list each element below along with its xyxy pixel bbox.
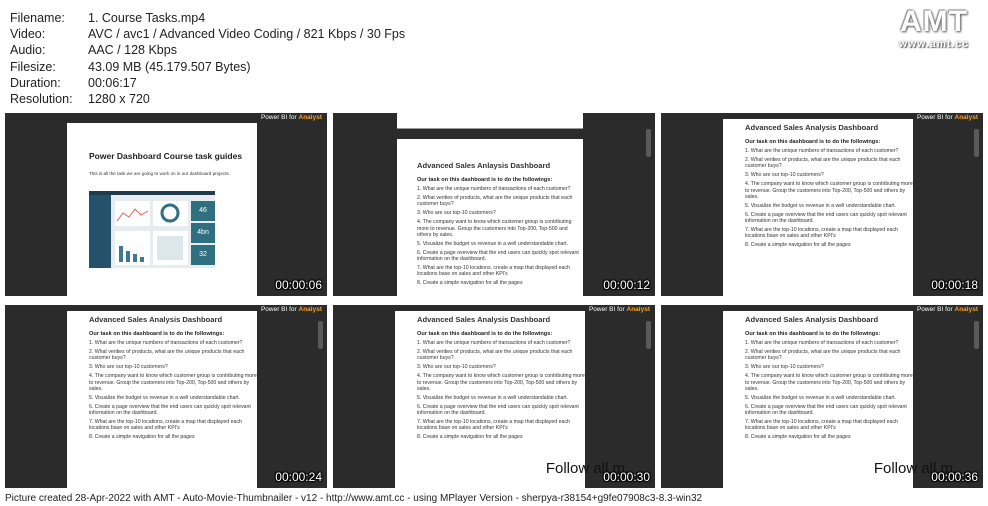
file-info-panel: Filename: 1. Course Tasks.mp4 Video: AVC… bbox=[10, 10, 405, 107]
doc-subtitle: Our task on this dashboard is to do the … bbox=[745, 331, 881, 337]
cover-line: This is all the task we are going to wor… bbox=[89, 171, 230, 176]
document-page: Advanced Sales Anlaysis Dashboard Our ta… bbox=[397, 139, 583, 296]
timestamp: 00:00:06 bbox=[275, 278, 322, 292]
thumbnail-4[interactable]: Power BI for Analyst Advanced Sales Anal… bbox=[5, 305, 327, 488]
doc-title: Advanced Sales Analysis Dashboard bbox=[745, 315, 879, 324]
page-edge bbox=[397, 113, 583, 129]
document-page: Advanced Sales Analysis Dashboard Our ta… bbox=[723, 119, 913, 296]
amt-logo: AMT www.amt.cc bbox=[888, 6, 980, 56]
scrollbar-thumb[interactable] bbox=[318, 321, 323, 349]
timestamp: 00:00:36 bbox=[931, 470, 978, 484]
brand-watermark: Power BI for Analyst bbox=[260, 306, 322, 313]
thumbnail-3[interactable]: Power BI for Analyst Advanced Sales Anal… bbox=[661, 113, 983, 296]
timestamp: 00:00:12 bbox=[603, 278, 650, 292]
info-row-duration: Duration: 00:06:17 bbox=[10, 75, 137, 90]
info-row-resolution: Resolution: 1280 x 720 bbox=[10, 92, 150, 107]
doc-title: Advanced Sales Analysis Dashboard bbox=[417, 315, 551, 324]
doc-title: Advanced Sales Analysis Dashboard bbox=[745, 123, 879, 132]
info-row-filename: Filename: 1. Course Tasks.mp4 bbox=[10, 11, 206, 25]
thumbnail-1[interactable]: Power BI for Analyst Power Dashboard Cou… bbox=[5, 113, 327, 296]
kpi-card-3: 32 bbox=[191, 245, 215, 265]
brand-watermark: Power BI for Analyst bbox=[916, 114, 978, 121]
logo-url: www.amt.cc bbox=[898, 38, 970, 50]
doc-subtitle: Our task on this dashboard is to do the … bbox=[417, 177, 553, 183]
timestamp: 00:00:30 bbox=[603, 470, 650, 484]
doc-subtitle: Our task on this dashboard is to do the … bbox=[417, 331, 553, 337]
kpi-card-1: 46 bbox=[191, 201, 215, 221]
thumbnail-2[interactable]: Advanced Sales Anlaysis Dashboard Our ta… bbox=[333, 113, 655, 296]
doc-title: Advanced Sales Anlaysis Dashboard bbox=[417, 161, 551, 170]
dashboard-preview: 46 4bn 32 bbox=[89, 191, 215, 268]
footer-credit: Picture created 28-Apr-2022 with AMT - A… bbox=[5, 493, 703, 504]
doc-subtitle: Our task on this dashboard is to do the … bbox=[745, 139, 881, 145]
kpi-card-2: 4bn bbox=[191, 223, 215, 243]
cover-title: Power Dashboard Course task guides bbox=[89, 151, 243, 161]
timestamp: 00:00:24 bbox=[275, 470, 322, 484]
doc-subtitle: Our task on this dashboard is to do the … bbox=[89, 331, 225, 337]
doc-title: Advanced Sales Analysis Dashboard bbox=[89, 315, 223, 324]
scrollbar-thumb[interactable] bbox=[646, 321, 651, 349]
scrollbar-thumb[interactable] bbox=[646, 129, 651, 157]
info-row-audio: Audio: AAC / 128 Kbps bbox=[10, 43, 177, 58]
brand-watermark: Power BI for Analyst bbox=[260, 114, 322, 121]
brand-watermark: Power BI for Analyst bbox=[588, 306, 650, 313]
document-page: Advanced Sales Analysis Dashboard Our ta… bbox=[67, 311, 257, 488]
scrollbar-thumb[interactable] bbox=[974, 321, 979, 349]
info-row-video: Video: AVC / avc1 / Advanced Video Codin… bbox=[10, 27, 406, 42]
info-row-filesize: Filesize: 43.09 MB (45.179.507 Bytes) bbox=[10, 59, 251, 74]
scrollbar-thumb[interactable] bbox=[974, 129, 979, 157]
logo-text: AMT bbox=[900, 5, 968, 38]
thumbnail-5[interactable]: Power BI for Analyst Advanced Sales Anal… bbox=[333, 305, 655, 488]
document-page: Power Dashboard Course task guides This … bbox=[67, 123, 257, 296]
brand-watermark: Power BI for Analyst bbox=[916, 306, 978, 313]
thumbnail-6[interactable]: Power BI for Analyst Advanced Sales Anal… bbox=[661, 305, 983, 488]
timestamp: 00:00:18 bbox=[931, 278, 978, 292]
